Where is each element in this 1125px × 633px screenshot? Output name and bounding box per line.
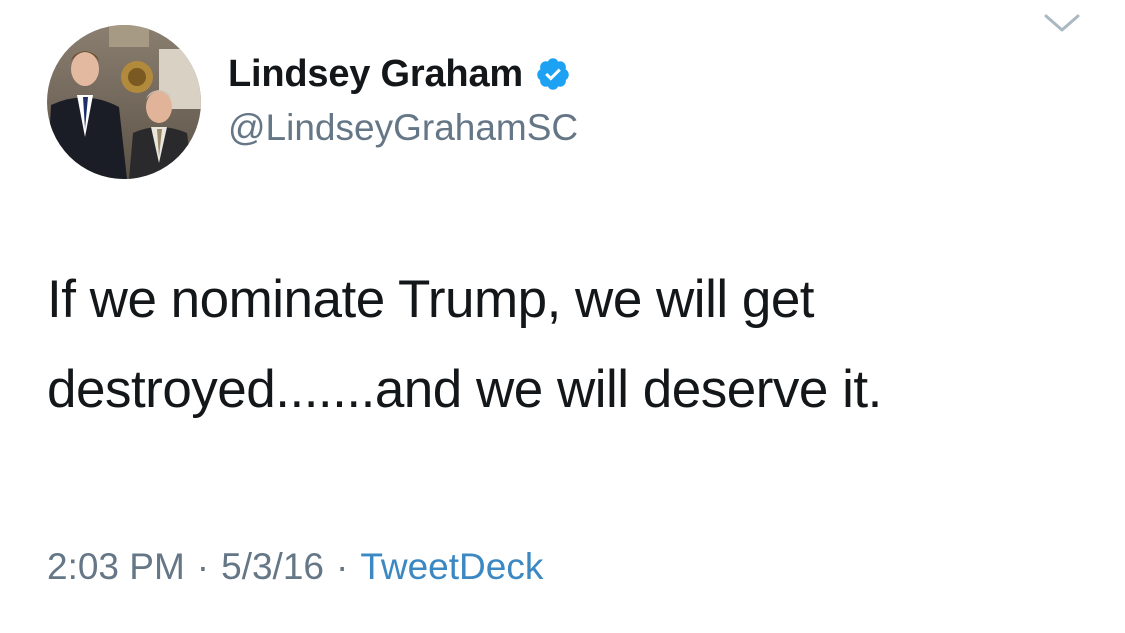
- tweet-text-line: destroyed.......and we will deserve it.: [47, 360, 882, 419]
- tweet-metadata: 2:03 PM · 5/3/16 · TweetDeck: [47, 543, 543, 591]
- verified-badge-icon: [535, 56, 571, 92]
- separator: ·: [196, 546, 210, 587]
- tweet-text: If we nominate Trump, we will get destro…: [47, 255, 1087, 435]
- separator: ·: [336, 546, 349, 587]
- author-handle[interactable]: @LindseyGrahamSC: [228, 105, 578, 151]
- tweet-date[interactable]: 5/3/16: [221, 546, 324, 587]
- tweet-text-line: If we nominate Trump, we will get: [47, 270, 815, 329]
- avatar[interactable]: [47, 25, 201, 179]
- tweet-time[interactable]: 2:03 PM: [47, 546, 185, 587]
- author-name-row[interactable]: Lindsey Graham: [228, 50, 571, 98]
- tweet-card: Lindsey Graham @LindseyGrahamSC If we no…: [0, 0, 1125, 633]
- chevron-down-icon[interactable]: [1040, 8, 1084, 38]
- author-display-name[interactable]: Lindsey Graham: [228, 50, 523, 98]
- tweet-source-link[interactable]: TweetDeck: [360, 546, 543, 587]
- avatar-photo: [47, 25, 201, 179]
